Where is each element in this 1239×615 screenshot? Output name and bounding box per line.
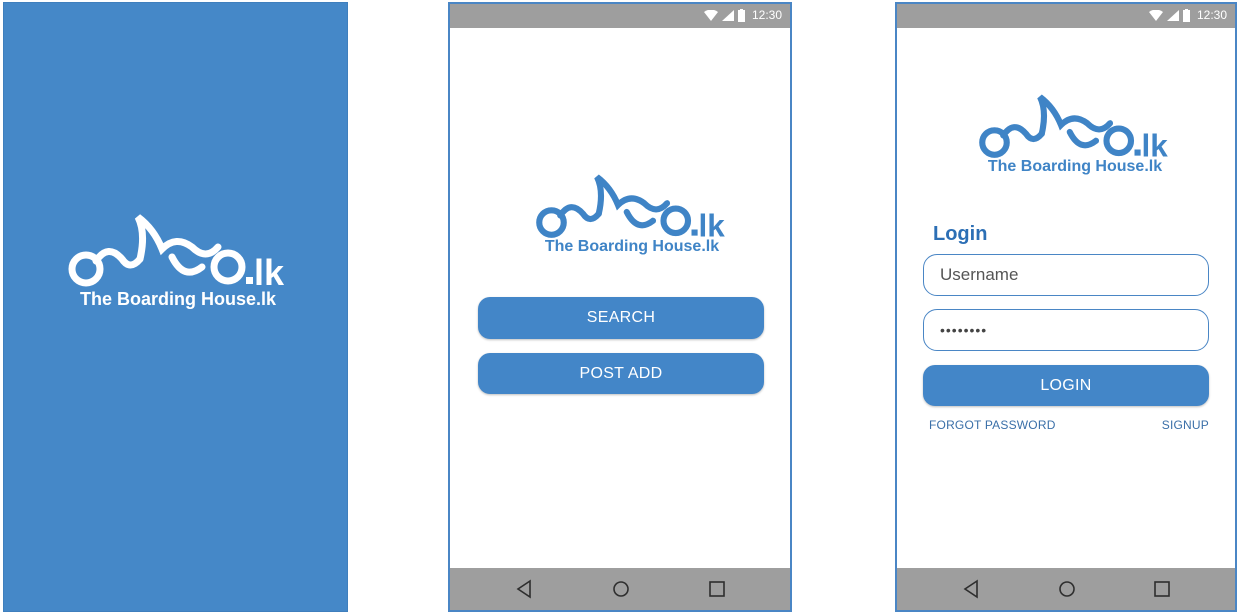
signup-link[interactable]: SIGNUP bbox=[1162, 418, 1209, 432]
forgot-password-link[interactable]: FORGOT PASSWORD bbox=[929, 418, 1056, 432]
svg-text:lk: lk bbox=[699, 208, 726, 241]
recents-icon[interactable] bbox=[705, 578, 729, 600]
home-icon[interactable] bbox=[609, 578, 633, 600]
logo-script-icon: lk bbox=[68, 214, 285, 289]
signal-icon bbox=[721, 9, 734, 21]
battery-icon bbox=[1182, 8, 1190, 22]
logo-tagline: The Boarding House.lk bbox=[544, 238, 720, 255]
search-button[interactable]: SEARCH bbox=[478, 297, 764, 339]
app-logo: lk The Boarding House.lk bbox=[975, 90, 1175, 182]
logo-tagline: The Boarding House.lk bbox=[79, 289, 277, 309]
nav-bar bbox=[450, 568, 790, 610]
back-icon[interactable] bbox=[959, 578, 983, 600]
wifi-icon bbox=[1148, 9, 1163, 21]
status-time: 12:30 bbox=[1196, 8, 1227, 22]
status-bar: 12:30 bbox=[450, 4, 790, 28]
login-button[interactable]: LOGIN bbox=[923, 365, 1209, 406]
logo-script-icon: lk bbox=[536, 174, 726, 241]
status-time: 12:30 bbox=[751, 8, 782, 22]
username-field[interactable]: Username bbox=[923, 254, 1209, 296]
splash-screen: lk The Boarding House.lk bbox=[3, 2, 348, 612]
svg-text:lk: lk bbox=[254, 252, 285, 289]
svg-text:lk: lk bbox=[1142, 128, 1169, 161]
logo-script-icon: lk bbox=[979, 94, 1169, 161]
logo-tagline: The Boarding House.lk bbox=[987, 158, 1163, 175]
app-logo: lk The Boarding House.lk bbox=[532, 170, 732, 262]
back-icon[interactable] bbox=[512, 578, 536, 600]
signal-icon bbox=[1166, 9, 1179, 21]
post-add-button[interactable]: POST ADD bbox=[478, 353, 764, 394]
status-bar: 12:30 bbox=[897, 4, 1235, 28]
recents-icon[interactable] bbox=[1150, 578, 1174, 600]
app-logo: lk The Boarding House.lk bbox=[66, 209, 290, 313]
home-icon[interactable] bbox=[1055, 578, 1079, 600]
login-title: Login bbox=[933, 223, 988, 245]
login-screen: 12:30 lk The Boarding House.lk Login Use… bbox=[895, 2, 1237, 612]
wifi-icon bbox=[703, 9, 718, 21]
password-field[interactable]: •••••••• bbox=[923, 309, 1209, 351]
home-screen: 12:30 lk The Boarding House.lk SEARCH PO… bbox=[448, 2, 792, 612]
nav-bar bbox=[897, 568, 1235, 610]
battery-icon bbox=[737, 8, 745, 22]
